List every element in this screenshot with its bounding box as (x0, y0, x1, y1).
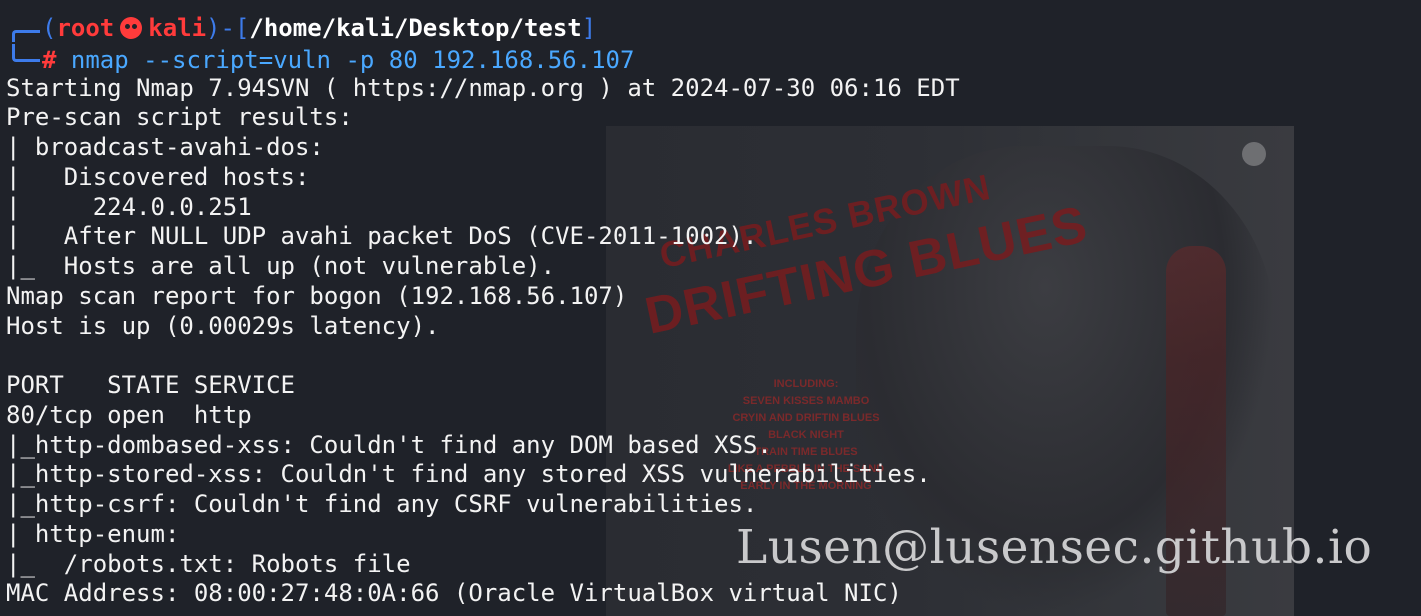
prompt-line-2: # nmap --script=vuln -p 80 192.168.56.10… (6, 43, 960, 74)
prompt-separator: )-[ (206, 14, 250, 42)
watermark: Lusen@lusensec.github.io (736, 520, 1373, 575)
output-line: |_http-stored-xss: Couldn't find any sto… (6, 460, 931, 489)
output-line: | 224.0.0.251 (6, 192, 252, 221)
terminal-window[interactable]: CHARLES BROWN DRIFTING BLUES INCLUDING: … (0, 0, 1421, 616)
prompt-hash: # (42, 45, 57, 74)
output-line: PORT STATE SERVICE (6, 371, 295, 399)
output-line: MAC Address: 08:00:27:48:0A:66 (Oracle V… (6, 579, 902, 608)
output-line: 80/tcp open http (6, 400, 252, 429)
command-input[interactable]: nmap --script=vuln -p 80 192.168.56.107 (71, 46, 635, 74)
prompt-open-paren: ( (42, 14, 57, 42)
output-line: |_ Hosts are all up (not vulnerable). (6, 252, 556, 280)
prompt-frame-bottom-icon (12, 43, 40, 62)
prompt-frame-top-icon (12, 30, 40, 42)
output-line: Starting Nmap 7.94SVN ( https://nmap.org… (6, 73, 960, 102)
prompt-line-1: (root kali)-[/home/kali/Desktop/test] (6, 14, 960, 44)
prompt-host: kali (148, 14, 207, 42)
output-line: | broadcast-avahi-dos: (6, 133, 324, 161)
output-line: | Discovered hosts: (6, 162, 310, 191)
prompt-close-bracket: ] (581, 14, 597, 42)
output-line: Pre-scan script results: (6, 103, 353, 132)
output-line: |_http-dombased-xss: Couldn't find any D… (6, 430, 772, 459)
prompt-user: root (56, 14, 115, 42)
output-line: Host is up (0.00029s latency). (6, 311, 440, 340)
output-line: |_http-csrf: Couldn't find any CSRF vuln… (6, 490, 758, 518)
skull-icon (120, 17, 143, 39)
prompt-path: /home/kali/Desktop/test (249, 14, 582, 42)
output-line: Nmap scan report for bogon (192.168.56.1… (6, 281, 628, 310)
record-label-logo-icon (1242, 142, 1266, 166)
output-line: | After NULL UDP avahi packet DoS (CVE-2… (6, 222, 758, 251)
